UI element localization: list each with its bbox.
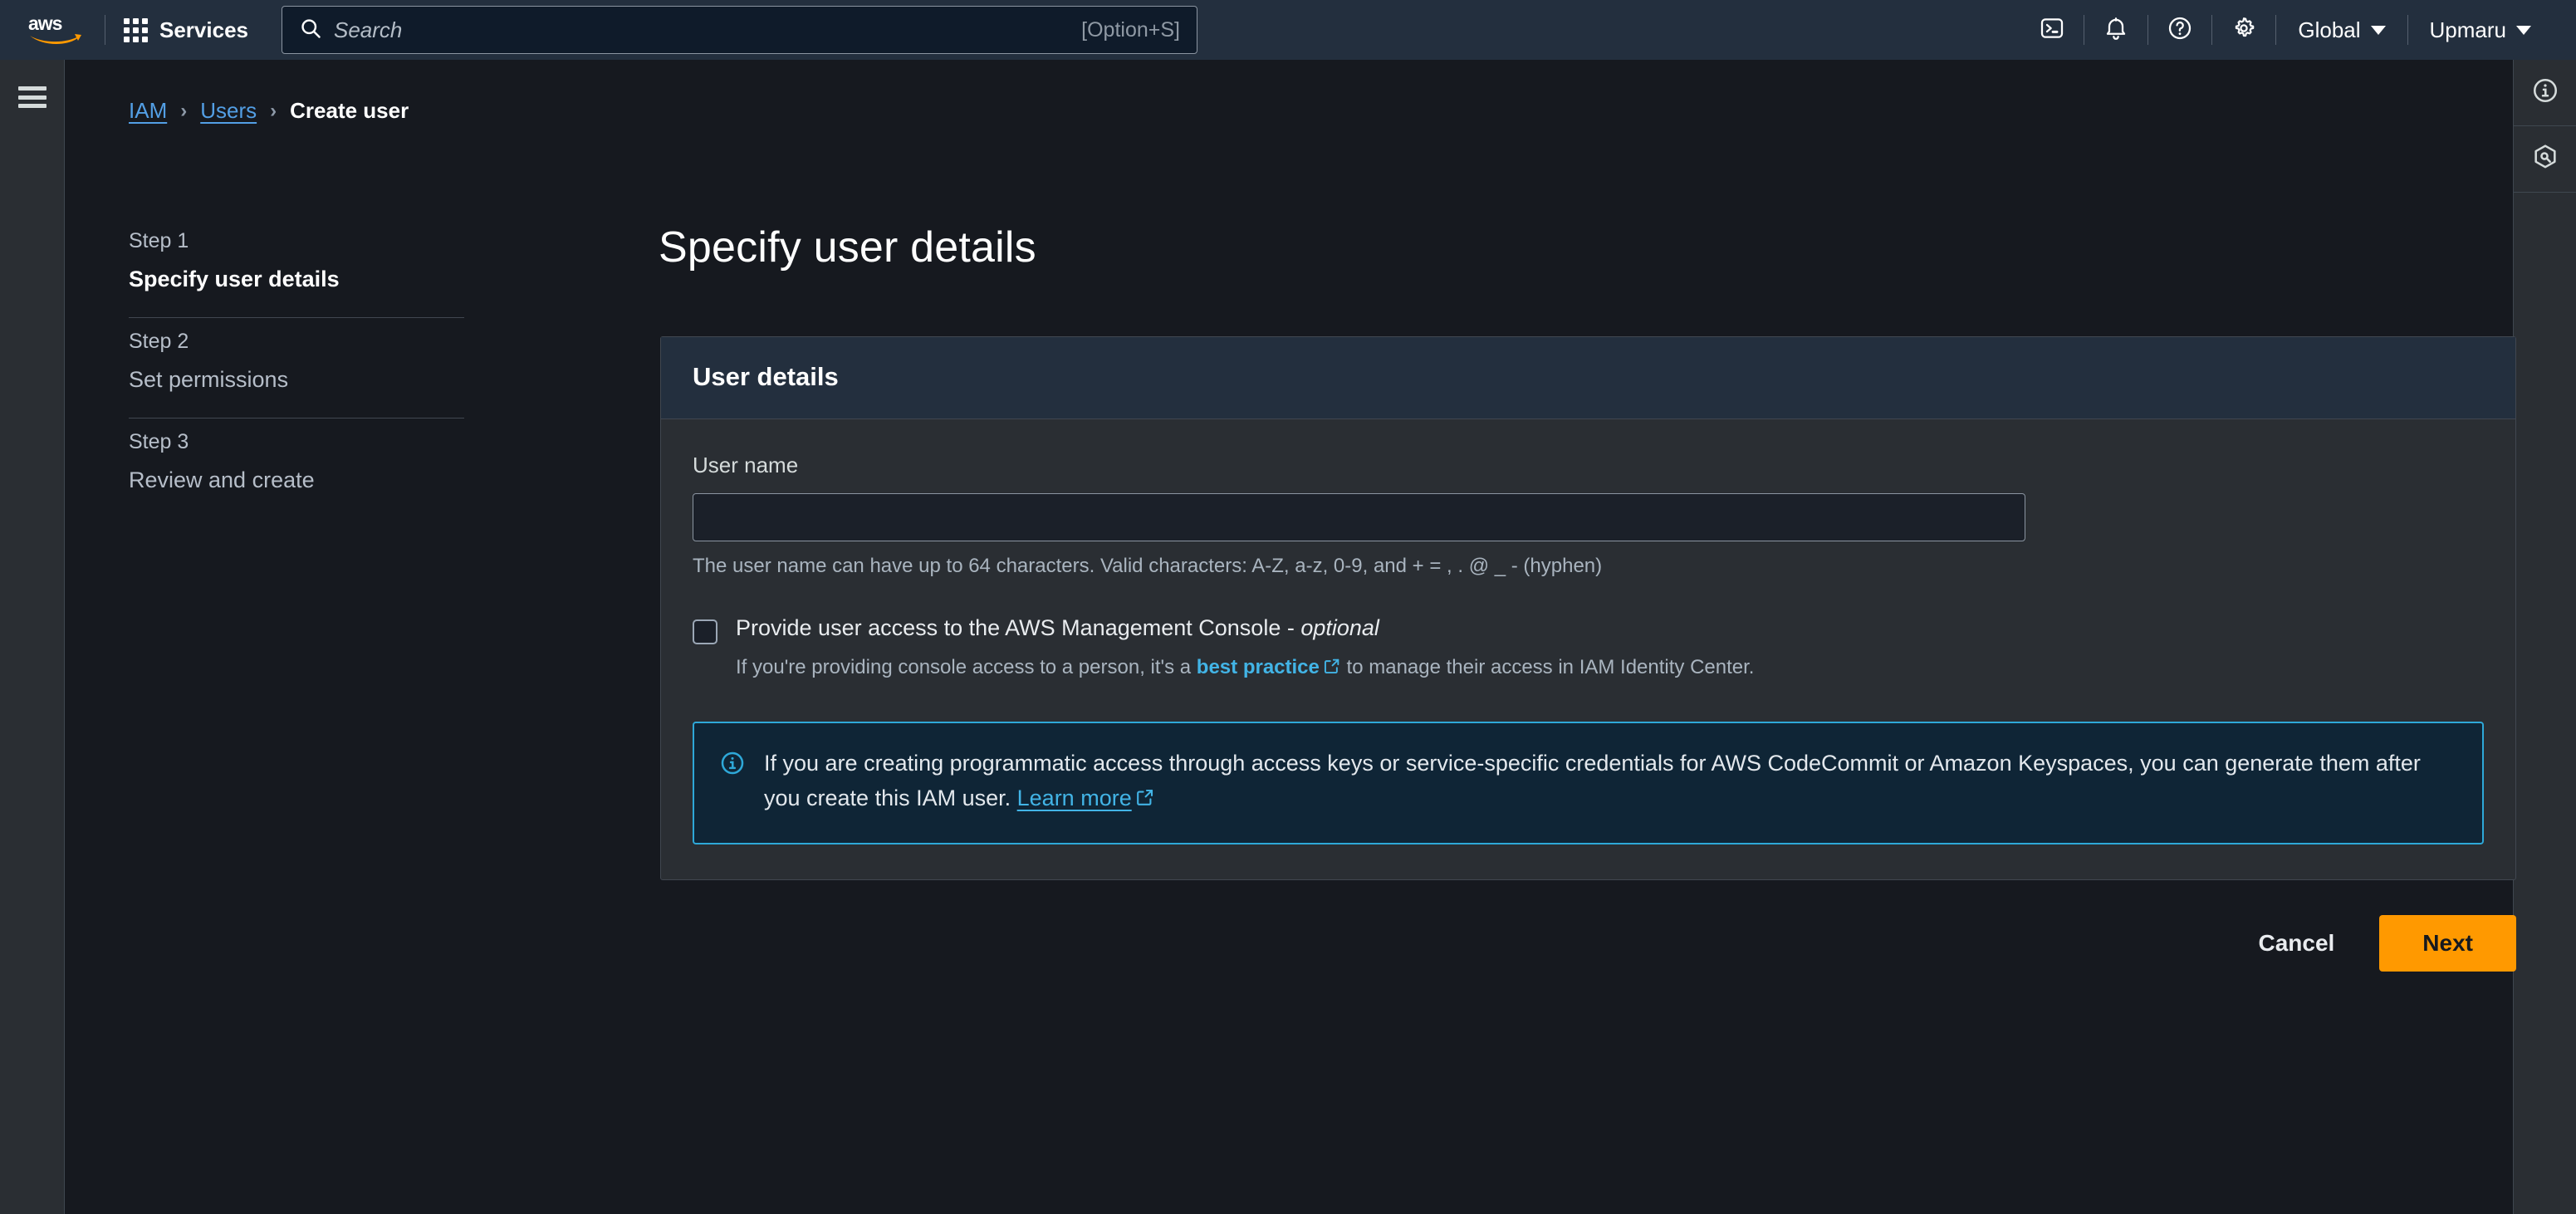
card-title: User details: [693, 362, 839, 391]
breadcrumb-item-iam[interactable]: IAM: [129, 98, 167, 124]
breadcrumb-item-users[interactable]: Users: [200, 98, 257, 124]
bell-notifications-icon: [2103, 15, 2129, 46]
user-name-hint: The user name can have up to 64 characte…: [693, 555, 1603, 577]
sidebar-item-specify-user-details[interactable]: Specify user details: [129, 267, 464, 292]
breadcrumb: IAM › Users › Create user: [129, 98, 409, 124]
console-access-label: Provide user access to the AWS Managemen…: [736, 614, 1754, 643]
best-practice-link[interactable]: best practice: [1197, 656, 1320, 678]
breadcrumb-separator-icon: ›: [180, 99, 188, 122]
search-shortcut-hint: [Option+S]: [1081, 17, 1180, 42]
card-header: User details: [661, 337, 2515, 419]
console-access-checkbox[interactable]: [693, 619, 717, 644]
wizard-steps-navigation: Step 1 Specify user details Step 2 Set p…: [129, 218, 464, 518]
step-number: Step 1: [129, 229, 189, 252]
region-label: Global: [2298, 17, 2361, 42]
alert-text-body: If you are creating programmatic access …: [764, 750, 2421, 810]
user-name-label: User name: [693, 453, 799, 477]
sidebar-item-review-and-create[interactable]: Review and create: [129, 467, 464, 493]
info-panel-button[interactable]: [2514, 60, 2576, 126]
aws-logo[interactable]: aws: [27, 13, 86, 47]
page-title: Specify user details: [659, 223, 1036, 272]
svg-text:aws: aws: [28, 13, 62, 34]
sidebar-item-set-permissions[interactable]: Set permissions: [129, 367, 464, 393]
wizard-step-1[interactable]: Step 1 Specify user details: [129, 218, 464, 317]
cloudshell-button[interactable]: [2020, 11, 2084, 49]
services-label: Services: [159, 17, 248, 42]
main-content-area: IAM › Users › Create user Step 1 Specify…: [66, 60, 2516, 1214]
search-input[interactable]: Search: [334, 17, 1081, 43]
alert-message: If you are creating programmatic access …: [764, 747, 2456, 818]
user-details-card: User details User name The user name can…: [660, 336, 2516, 880]
external-link-icon: [1135, 787, 1155, 812]
learn-more-link[interactable]: Learn more: [1017, 786, 1132, 810]
console-access-label-dash: -: [1281, 615, 1301, 640]
step-number: Step 3: [129, 430, 189, 453]
console-access-desc-before: If you're providing console access to a …: [736, 655, 1197, 678]
grid-apps-icon: [124, 17, 148, 42]
wizard-footer-actions: Cancel Next: [660, 915, 2516, 972]
account-menu[interactable]: Upmaru: [2408, 11, 2553, 49]
question-help-icon: [2167, 15, 2193, 46]
settings-button[interactable]: [2212, 11, 2275, 49]
user-name-input[interactable]: [693, 493, 2025, 541]
programmatic-access-info-alert: If you are creating programmatic access …: [693, 721, 2484, 844]
info-circle-icon: [719, 750, 746, 781]
info-panel-icon: [2531, 76, 2559, 109]
wizard-step-3[interactable]: Step 3 Review and create: [129, 419, 464, 518]
notifications-button[interactable]: [2084, 11, 2147, 49]
wizard-step-2[interactable]: Step 2 Set permissions: [129, 318, 464, 418]
nav-right-group: Global Upmaru: [2020, 0, 2553, 60]
cancel-button[interactable]: Cancel: [2230, 915, 2363, 972]
gear-settings-icon: [2231, 15, 2257, 46]
chevron-down-icon: [2370, 25, 2386, 35]
console-access-optional-tag: optional: [1300, 615, 1379, 640]
console-access-label-main: Provide user access to the AWS Managemen…: [736, 615, 1281, 640]
account-label: Upmaru: [2429, 17, 2506, 42]
search-icon: [299, 17, 322, 44]
global-search-bar[interactable]: Search [Option+S]: [281, 6, 1197, 54]
cloudshell-icon: [2039, 15, 2065, 46]
aws-q-assistant-icon: [2531, 143, 2559, 175]
left-navigation-rail: [0, 60, 65, 1214]
top-navigation-bar: aws Services Search [Option+S] Global Up…: [0, 0, 2576, 60]
step-number: Step 2: [129, 330, 189, 353]
help-button[interactable]: [2148, 11, 2211, 49]
chevron-down-icon: [2516, 25, 2531, 35]
breadcrumb-separator-icon: ›: [270, 99, 277, 122]
console-access-checkbox-row[interactable]: Provide user access to the AWS Managemen…: [693, 614, 2484, 682]
services-menu-button[interactable]: Services: [105, 9, 267, 51]
console-access-description: If you're providing console access to a …: [736, 654, 1754, 682]
hamburger-menu-icon[interactable]: [18, 86, 47, 108]
right-tools-rail: [2513, 60, 2576, 1214]
card-body: User name The user name can have up to 6…: [661, 419, 2515, 879]
console-access-desc-after: to manage their access in IAM Identity C…: [1340, 655, 1755, 678]
aws-q-assistant-button[interactable]: [2514, 126, 2576, 193]
region-selector[interactable]: Global: [2276, 11, 2407, 49]
external-link-icon: [1323, 658, 1341, 680]
breadcrumb-item-create-user: Create user: [290, 98, 409, 123]
next-button[interactable]: Next: [2379, 915, 2516, 972]
